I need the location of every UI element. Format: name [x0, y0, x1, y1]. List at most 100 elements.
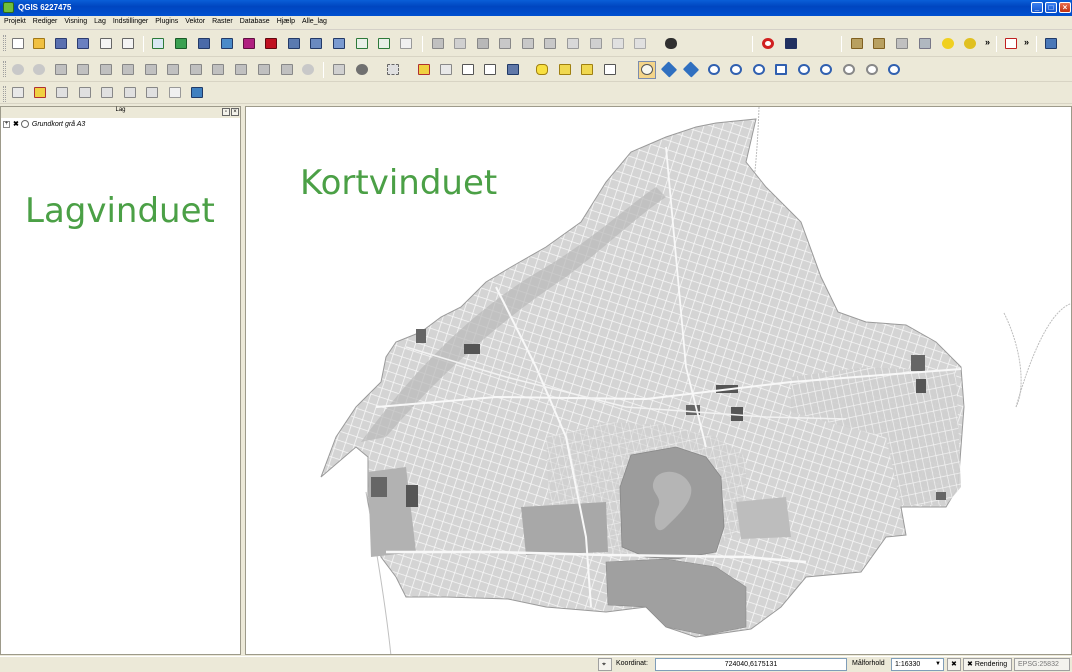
- text-annotation-icon[interactable]: [602, 62, 618, 77]
- toolbar-grip[interactable]: [3, 35, 6, 51]
- refresh-icon[interactable]: [886, 62, 902, 77]
- db-manager-icon[interactable]: [1043, 36, 1059, 51]
- zoom-in-icon[interactable]: [706, 62, 722, 77]
- move-feature-icon[interactable]: [520, 36, 536, 51]
- add-part-icon[interactable]: [98, 62, 114, 77]
- analysis-tool-3-icon[interactable]: [894, 36, 910, 51]
- measure-line-icon[interactable]: [505, 62, 521, 77]
- merge-features-icon[interactable]: [233, 62, 249, 77]
- new-spatialite-icon[interactable]: [398, 36, 414, 51]
- menu-hjaelp[interactable]: Hjælp: [273, 16, 298, 25]
- scale-combobox[interactable]: 1:16330 ▼: [891, 658, 944, 671]
- add-feature-icon[interactable]: [497, 36, 513, 51]
- select-features-icon[interactable]: [385, 62, 401, 77]
- zoom-full-icon[interactable]: [773, 62, 789, 77]
- close-button[interactable]: ×: [1059, 2, 1071, 13]
- toolbar-overflow-chevron-icon[interactable]: »: [985, 37, 990, 47]
- node-tool-icon[interactable]: [542, 36, 558, 51]
- toolbar-grip[interactable]: [3, 86, 6, 102]
- map-canvas[interactable]: Kortvinduet: [245, 106, 1072, 655]
- panel-float-icon[interactable]: ▫: [222, 108, 230, 116]
- add-spatialite-layer-icon[interactable]: [219, 36, 235, 51]
- layer-labeling-icon[interactable]: [10, 85, 26, 100]
- redo-icon[interactable]: [31, 62, 47, 77]
- save-as-icon[interactable]: [75, 36, 91, 51]
- menu-rediger[interactable]: Rediger: [29, 16, 61, 25]
- maximize-button[interactable]: □: [1045, 2, 1057, 13]
- chevron-down-icon[interactable]: ▼: [935, 659, 941, 670]
- menu-lag[interactable]: Lag: [90, 16, 109, 25]
- offset-curve-icon[interactable]: [188, 62, 204, 77]
- minimize-button[interactable]: _: [1031, 2, 1043, 13]
- cut-features-icon[interactable]: [588, 36, 604, 51]
- label-properties-icon[interactable]: [167, 85, 183, 100]
- delete-ring-icon[interactable]: [120, 62, 136, 77]
- menu-alle-lag[interactable]: Alle_lag: [298, 16, 330, 25]
- plugin-star-icon[interactable]: [940, 36, 956, 51]
- menu-raster[interactable]: Raster: [208, 16, 236, 25]
- zoom-to-layer-icon[interactable]: [796, 62, 812, 77]
- render-toggle[interactable]: ✖ Rendering: [963, 658, 1012, 671]
- new-print-composer-icon[interactable]: [98, 36, 114, 51]
- add-ring-icon[interactable]: [75, 62, 91, 77]
- analysis-tool-2-icon[interactable]: [871, 36, 887, 51]
- add-postgis-layer-icon[interactable]: [196, 36, 212, 51]
- new-project-icon[interactable]: [10, 36, 26, 51]
- zoom-last-icon[interactable]: [818, 62, 834, 77]
- help-lifebuoy-icon[interactable]: [760, 36, 776, 51]
- expand-icon[interactable]: +: [3, 120, 10, 128]
- copy-features-icon[interactable]: [610, 36, 626, 51]
- toggle-editing-icon[interactable]: [430, 36, 446, 51]
- reshape-features-icon[interactable]: [165, 62, 181, 77]
- zoom-next-icon[interactable]: [841, 62, 857, 77]
- add-oracle-layer-icon[interactable]: [241, 36, 257, 51]
- rotate-point-symbols-icon[interactable]: [279, 62, 295, 77]
- rotate-feature-icon[interactable]: [300, 62, 316, 77]
- panel-close-icon[interactable]: ×: [231, 108, 239, 116]
- pan-to-selection-icon[interactable]: [660, 61, 678, 78]
- add-vector-layer-icon[interactable]: [150, 36, 166, 51]
- whats-this-icon[interactable]: [783, 36, 799, 51]
- layer-visibility-icon[interactable]: ✖: [13, 121, 19, 128]
- delete-selected-icon[interactable]: [565, 36, 581, 51]
- binoculars-icon[interactable]: [663, 36, 679, 51]
- change-label-icon[interactable]: [122, 85, 138, 100]
- new-shapefile-icon[interactable]: [376, 36, 392, 51]
- menu-indstillinger[interactable]: Indstillinger: [109, 16, 151, 25]
- zoom-to-selection-icon[interactable]: [682, 61, 700, 78]
- run-feature-action-icon[interactable]: [354, 62, 370, 77]
- plugin-star-2-icon[interactable]: [962, 36, 978, 51]
- add-wms-layer-icon[interactable]: [286, 36, 302, 51]
- add-mssql-layer-icon[interactable]: [263, 36, 279, 51]
- composer-manager-icon[interactable]: [120, 36, 136, 51]
- add-wcs-layer-icon[interactable]: [308, 36, 324, 51]
- coordinate-field[interactable]: 724040,6175131: [655, 658, 847, 671]
- menu-vektor[interactable]: Vektor: [181, 16, 208, 25]
- current-edits-icon[interactable]: [452, 36, 468, 51]
- save-edits-icon[interactable]: [475, 36, 491, 51]
- menu-database[interactable]: Database: [236, 16, 273, 25]
- add-delimited-text-icon[interactable]: [354, 36, 370, 51]
- pan-map-icon[interactable]: [638, 61, 656, 79]
- label-pin-icon[interactable]: [32, 85, 48, 100]
- zoom-out-icon[interactable]: [728, 62, 744, 77]
- analysis-tool-1-icon[interactable]: [849, 36, 865, 51]
- label-tool-extra-icon[interactable]: [189, 85, 205, 100]
- split-features-icon[interactable]: [210, 62, 226, 77]
- paste-features-icon[interactable]: [632, 36, 648, 51]
- map-tips-icon[interactable]: [534, 62, 550, 77]
- undo-icon[interactable]: [10, 62, 26, 77]
- highlight-pinned-labels-icon[interactable]: [54, 85, 70, 100]
- deselect-features-icon[interactable]: [416, 62, 432, 77]
- delete-part-icon[interactable]: [143, 62, 159, 77]
- add-raster-layer-icon[interactable]: [173, 36, 189, 51]
- open-project-icon[interactable]: [31, 36, 47, 51]
- add-wfs-layer-icon[interactable]: [331, 36, 347, 51]
- move-label-icon[interactable]: [77, 85, 93, 100]
- analysis-tool-4-icon[interactable]: [917, 36, 933, 51]
- merge-attributes-icon[interactable]: [256, 62, 272, 77]
- coordinate-toggle-icon[interactable]: ⌖: [598, 658, 612, 671]
- toolbar-overflow-chevron-2-icon[interactable]: »: [1024, 37, 1029, 47]
- new-bookmark-icon[interactable]: [557, 62, 573, 77]
- zoom-native-resolution-icon[interactable]: [751, 62, 767, 77]
